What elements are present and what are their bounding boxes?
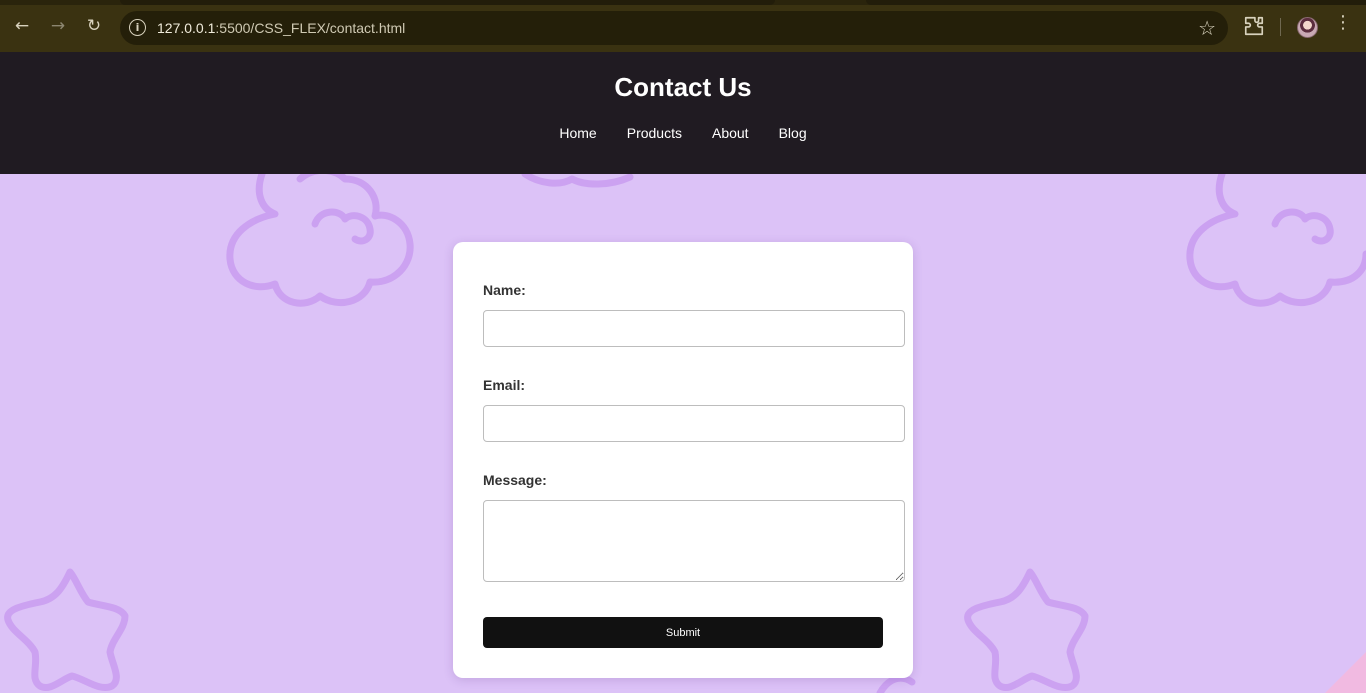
site-header: Contact Us Home Products About Blog [0,52,1366,174]
email-label: Email: [483,377,526,393]
nav-link-products[interactable]: Products [627,125,682,141]
cloud-doodle [1186,174,1366,307]
url-text[interactable]: 127.0.0.1:5500/CSS_FLEX/contact.html [157,20,405,36]
star-doodle [964,568,1089,691]
nav-link-home[interactable]: Home [559,125,596,141]
back-arrow-icon[interactable]: ← [8,12,36,40]
message-label: Message: [483,472,547,488]
nav-link-blog[interactable]: Blog [779,125,807,141]
site-info-icon[interactable]: i [129,19,146,36]
bookmark-star-icon[interactable]: ☆ [1198,16,1216,40]
contact-form: Name: Email: Message: Submit [453,242,913,678]
email-input[interactable] [483,405,905,442]
url-host: 127.0.0.1 [157,20,216,36]
extensions-icon[interactable] [1243,15,1265,37]
reload-icon[interactable]: ↻ [80,12,108,40]
toolbar-divider [1280,18,1281,36]
cloud-doodle [521,174,634,188]
page-title: Contact Us [614,72,752,102]
cloud-doodle [226,174,414,307]
message-textarea[interactable] [483,500,905,582]
nav-link-about[interactable]: About [712,125,749,141]
star-doodle [4,568,129,691]
name-label: Name: [483,282,526,298]
main-nav: Home Products About Blog [0,125,1366,141]
browser-tab[interactable] [866,0,1366,5]
address-bar[interactable]: i 127.0.0.1:5500/CSS_FLEX/contact.html ☆ [120,11,1228,45]
name-input[interactable] [483,310,905,347]
browser-toolbar: ← → ↻ i 127.0.0.1:5500/CSS_FLEX/contact.… [0,0,1366,52]
kebab-menu-icon[interactable]: ⋮ [1334,14,1352,32]
browser-tab[interactable] [120,0,775,5]
submit-button[interactable]: Submit [483,617,883,648]
corner-shape [1325,652,1366,693]
url-path: :5500/CSS_FLEX/contact.html [215,20,406,36]
forward-arrow-icon[interactable]: → [44,12,72,40]
profile-avatar[interactable] [1297,17,1318,38]
